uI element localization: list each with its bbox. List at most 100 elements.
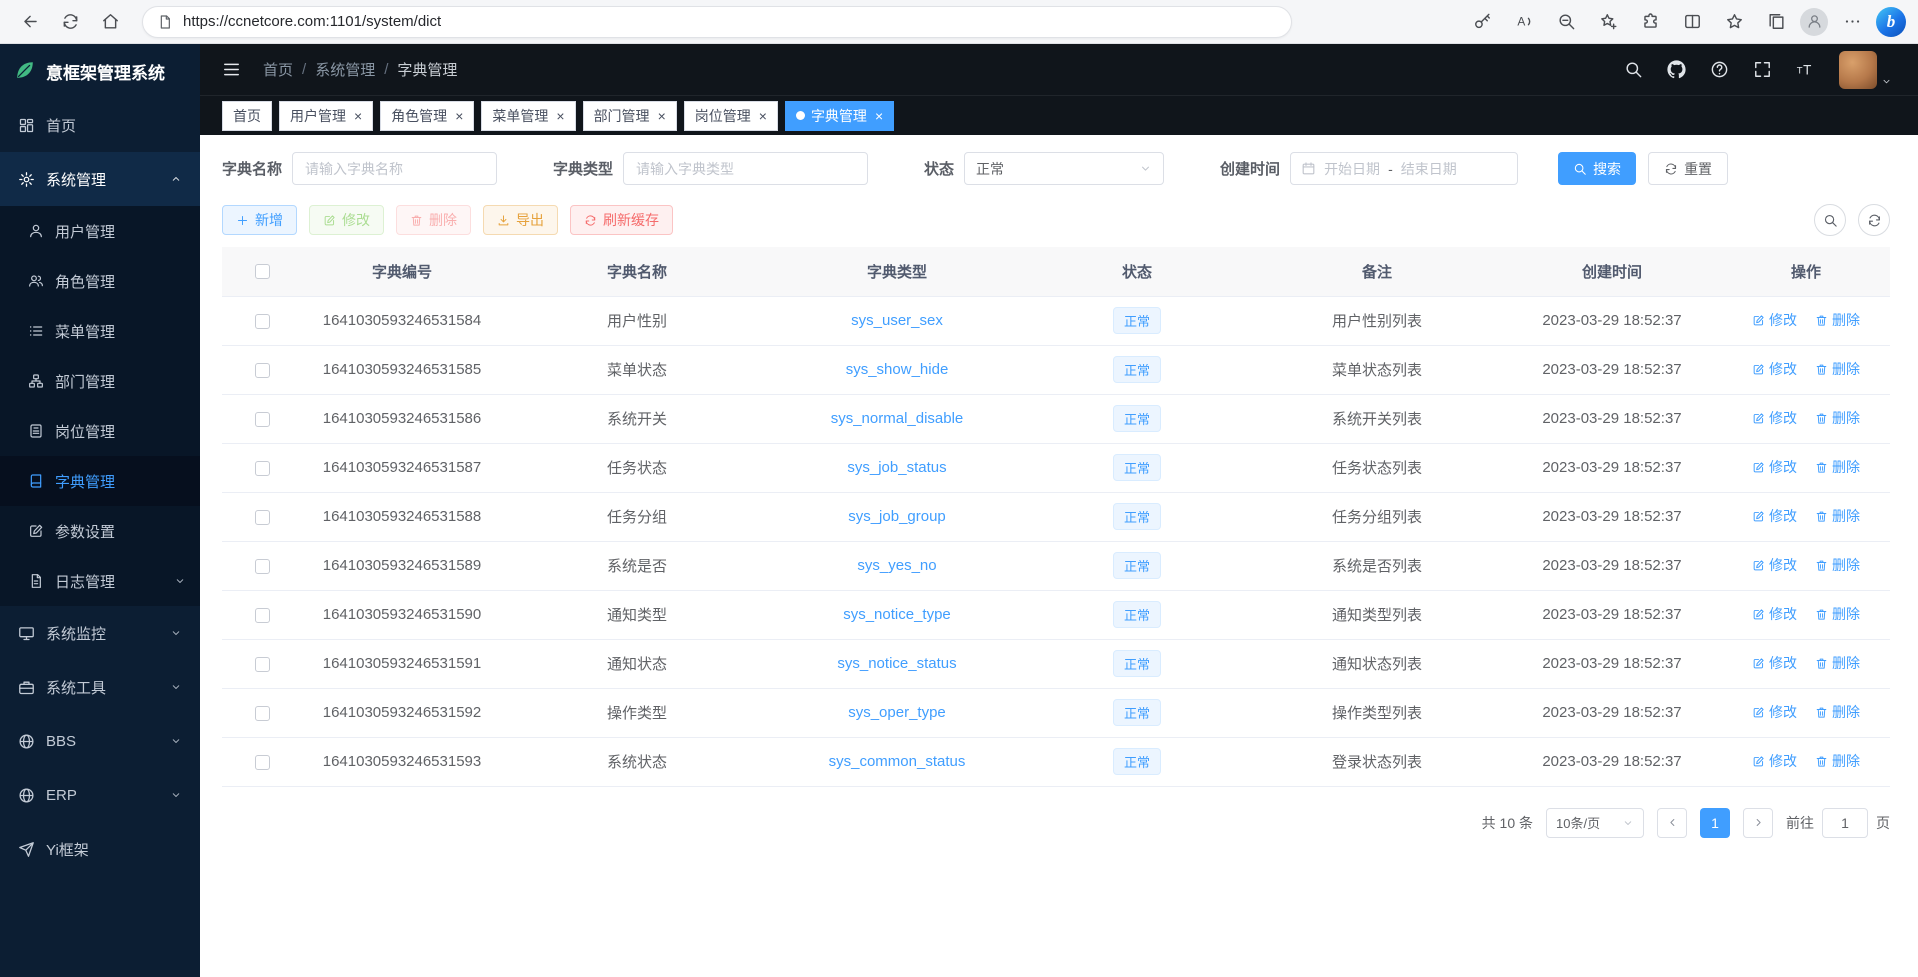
dict-type-link[interactable]: sys_job_status	[847, 459, 946, 476]
row-edit-button[interactable]: 修改	[1752, 702, 1797, 722]
user-avatar[interactable]	[1839, 51, 1877, 89]
read-aloud-icon[interactable]: A	[1506, 5, 1542, 39]
dict-type-link[interactable]: sys_show_hide	[846, 361, 949, 378]
row-edit-button[interactable]: 修改	[1752, 604, 1797, 624]
dict-type-link[interactable]: sys_notice_status	[837, 655, 956, 672]
sidebar-item-角色管理[interactable]: 角色管理	[0, 256, 200, 306]
row-edit-button[interactable]: 修改	[1752, 310, 1797, 330]
toggle-search-button[interactable]	[1814, 204, 1846, 236]
row-delete-button[interactable]: 删除	[1815, 604, 1860, 624]
breadcrumb-item[interactable]: 系统管理	[315, 59, 375, 80]
browser-back-icon[interactable]	[12, 5, 48, 39]
sidebar-item-BBS[interactable]: BBS	[0, 714, 200, 768]
tab-首页[interactable]: 首页	[222, 101, 272, 131]
dict-type-link[interactable]: sys_notice_type	[843, 606, 951, 623]
row-delete-button[interactable]: 删除	[1815, 310, 1860, 330]
sidebar-item-Yi框架[interactable]: Yi框架	[0, 822, 200, 876]
sidebar-item-日志管理[interactable]: 日志管理	[0, 556, 200, 606]
tab-字典管理[interactable]: 字典管理×	[785, 101, 894, 131]
修改-button[interactable]: 修改	[309, 205, 384, 235]
row-delete-button[interactable]: 删除	[1815, 506, 1860, 526]
sidebar-item-系统管理[interactable]: 系统管理	[0, 152, 200, 206]
favorite-add-icon[interactable]	[1590, 5, 1626, 39]
page-size-select[interactable]: 10条/页	[1546, 808, 1644, 838]
row-delete-button[interactable]: 删除	[1815, 653, 1860, 673]
sidebar-item-ERP[interactable]: ERP	[0, 768, 200, 822]
github-icon[interactable]	[1667, 60, 1686, 79]
goto-page-input[interactable]	[1822, 808, 1868, 838]
tab-角色管理[interactable]: 角色管理×	[380, 101, 474, 131]
row-checkbox[interactable]	[255, 461, 270, 476]
row-checkbox[interactable]	[255, 706, 270, 721]
app-logo[interactable]: 意框架管理系统	[0, 44, 200, 98]
row-edit-button[interactable]: 修改	[1752, 457, 1797, 477]
row-edit-button[interactable]: 修改	[1752, 359, 1797, 379]
split-screen-icon[interactable]	[1674, 5, 1710, 39]
row-edit-button[interactable]: 修改	[1752, 555, 1797, 575]
favorites-icon[interactable]	[1716, 5, 1752, 39]
dict-name-input[interactable]	[292, 152, 497, 185]
browser-home-icon[interactable]	[92, 5, 128, 39]
reset-button[interactable]: 重置	[1648, 152, 1728, 185]
tab-岗位管理[interactable]: 岗位管理×	[684, 101, 778, 131]
refresh-table-button[interactable]	[1858, 204, 1890, 236]
key-icon[interactable]	[1464, 5, 1500, 39]
date-range-picker[interactable]: 开始日期 - 结束日期	[1290, 152, 1518, 185]
sidebar-item-字典管理[interactable]: 字典管理	[0, 456, 200, 506]
删除-button[interactable]: 删除	[396, 205, 471, 235]
row-edit-button[interactable]: 修改	[1752, 751, 1797, 771]
tab-用户管理[interactable]: 用户管理×	[279, 101, 373, 131]
status-select[interactable]: 正常	[964, 152, 1164, 185]
help-icon[interactable]	[1710, 60, 1729, 79]
row-edit-button[interactable]: 修改	[1752, 408, 1797, 428]
search-button[interactable]: 搜索	[1558, 152, 1636, 185]
search-icon[interactable]	[1624, 60, 1643, 79]
导出-button[interactable]: 导出	[483, 205, 558, 235]
row-delete-button[interactable]: 删除	[1815, 408, 1860, 428]
row-edit-button[interactable]: 修改	[1752, 506, 1797, 526]
row-checkbox[interactable]	[255, 510, 270, 525]
新增-button[interactable]: 新增	[222, 205, 297, 235]
row-delete-button[interactable]: 删除	[1815, 702, 1860, 722]
sidebar-item-用户管理[interactable]: 用户管理	[0, 206, 200, 256]
sidebar-item-岗位管理[interactable]: 岗位管理	[0, 406, 200, 456]
close-icon[interactable]: ×	[354, 109, 362, 123]
select-all-checkbox[interactable]	[255, 264, 270, 279]
sidebar-item-系统监控[interactable]: 系统监控	[0, 606, 200, 660]
close-icon[interactable]: ×	[875, 109, 883, 123]
row-checkbox[interactable]	[255, 755, 270, 770]
page-info-icon[interactable]	[157, 14, 173, 30]
tab-部门管理[interactable]: 部门管理×	[583, 101, 677, 131]
collections-icon[interactable]	[1758, 5, 1794, 39]
row-checkbox[interactable]	[255, 314, 270, 329]
sidebar-item-参数设置[interactable]: 参数设置	[0, 506, 200, 556]
dict-type-input[interactable]	[623, 152, 868, 185]
browser-profile-icon[interactable]	[1800, 8, 1828, 36]
url-text[interactable]: https://ccnetcore.com:1101/system/dict	[183, 13, 441, 30]
sidebar-item-首页[interactable]: 首页	[0, 98, 200, 152]
prev-page-button[interactable]	[1657, 808, 1687, 838]
sidebar-item-菜单管理[interactable]: 菜单管理	[0, 306, 200, 356]
row-checkbox[interactable]	[255, 412, 270, 427]
dict-type-link[interactable]: sys_normal_disable	[831, 410, 964, 427]
hamburger-icon[interactable]	[222, 60, 241, 79]
row-checkbox[interactable]	[255, 363, 270, 378]
bing-icon[interactable]: b	[1876, 7, 1906, 37]
next-page-button[interactable]	[1743, 808, 1773, 838]
刷新缓存-button[interactable]: 刷新缓存	[570, 205, 673, 235]
sidebar-item-系统工具[interactable]: 系统工具	[0, 660, 200, 714]
row-delete-button[interactable]: 删除	[1815, 359, 1860, 379]
dict-type-link[interactable]: sys_job_group	[848, 508, 946, 525]
page-number-button[interactable]: 1	[1700, 808, 1730, 838]
close-icon[interactable]: ×	[759, 109, 767, 123]
row-checkbox[interactable]	[255, 608, 270, 623]
more-icon[interactable]	[1834, 5, 1870, 39]
browser-refresh-icon[interactable]	[52, 5, 88, 39]
tab-菜单管理[interactable]: 菜单管理×	[481, 101, 575, 131]
row-edit-button[interactable]: 修改	[1752, 653, 1797, 673]
user-menu[interactable]	[1839, 51, 1892, 89]
row-delete-button[interactable]: 删除	[1815, 555, 1860, 575]
breadcrumb-item[interactable]: 首页	[263, 59, 293, 80]
close-icon[interactable]: ×	[455, 109, 463, 123]
row-checkbox[interactable]	[255, 559, 270, 574]
